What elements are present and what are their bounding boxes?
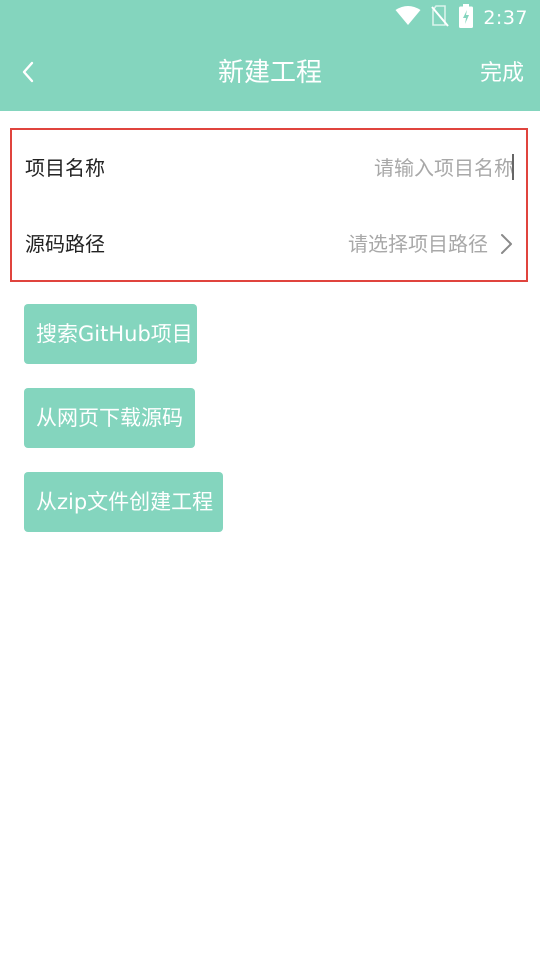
- wifi-icon: [395, 6, 421, 30]
- search-github-button[interactable]: 搜索GitHub项目: [24, 304, 197, 364]
- download-from-web-button[interactable]: 从网页下载源码: [24, 388, 195, 448]
- text-cursor: [512, 154, 514, 180]
- project-name-input[interactable]: [294, 148, 514, 188]
- source-path-placeholder: 请选择项目路径: [348, 232, 488, 256]
- status-icons: 2:37: [395, 0, 528, 36]
- create-from-zip-button[interactable]: 从zip文件创建工程: [24, 472, 223, 532]
- project-name-row: 项目名称: [12, 130, 526, 206]
- project-form: 项目名称 源码路径 请选择项目路径: [10, 128, 528, 282]
- source-path-label: 源码路径: [25, 232, 105, 256]
- no-sim-icon: [431, 5, 450, 31]
- battery-charging-icon: [459, 4, 474, 32]
- page-title: 新建工程: [217, 58, 322, 88]
- project-name-label: 项目名称: [25, 156, 105, 180]
- status-bar: 2:37: [0, 0, 540, 36]
- clock: 2:37: [483, 7, 528, 29]
- done-button[interactable]: 完成: [480, 36, 524, 111]
- source-path-row[interactable]: 源码路径 请选择项目路径: [12, 206, 526, 282]
- app-bar: 新建工程 完成: [0, 36, 540, 111]
- new-project-screen: 2:37 新建工程 完成 项目名称 源码路径 请选择项目路径: [0, 0, 540, 960]
- chevron-right-icon: [496, 232, 516, 256]
